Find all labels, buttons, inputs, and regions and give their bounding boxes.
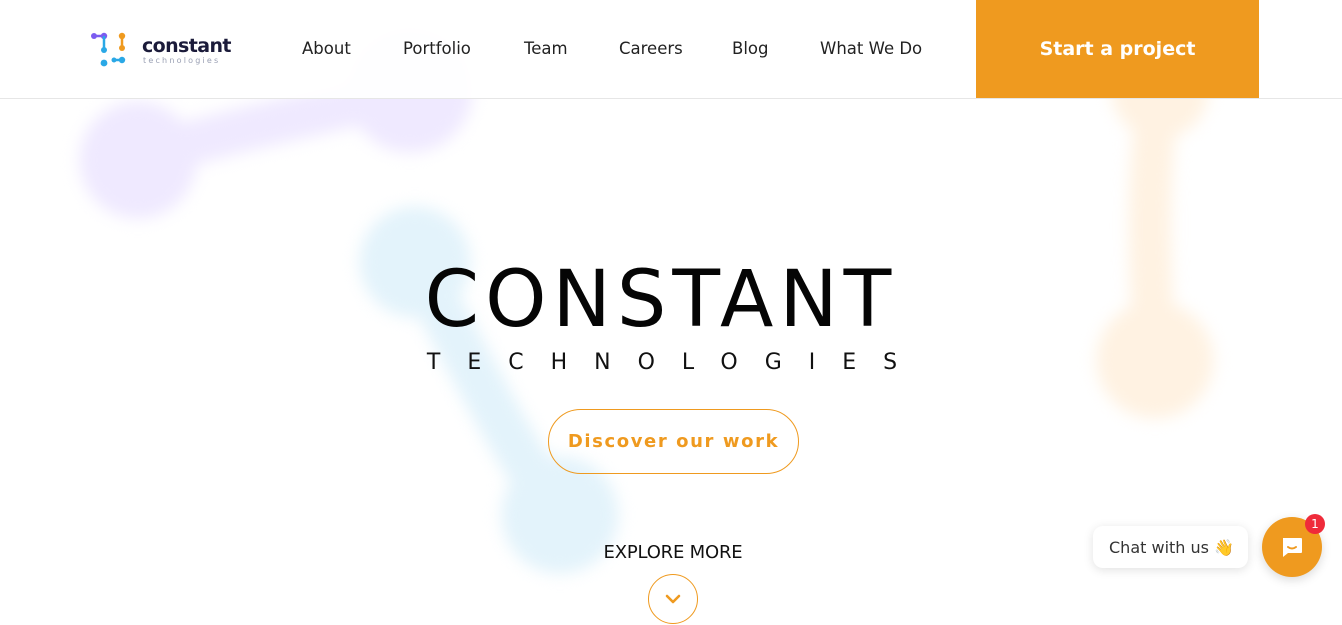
discover-work-button[interactable]: Discover our work: [548, 409, 799, 474]
nav-blog[interactable]: Blog: [732, 39, 768, 58]
logo-wordmark: constant: [142, 35, 231, 57]
chat-notification-badge: 1: [1305, 514, 1325, 534]
logo-subtitle: technologies: [143, 56, 221, 65]
site-header: constant technologies About Portfolio Te…: [0, 0, 1342, 99]
page: constant technologies About Portfolio Te…: [0, 0, 1342, 625]
start-project-button[interactable]: Start a project: [976, 0, 1259, 98]
hero-title: CONSTANT: [424, 255, 898, 345]
chat-icon: [1283, 538, 1302, 557]
nav-what-we-do[interactable]: What We Do: [820, 39, 922, 58]
nav-team[interactable]: Team: [524, 39, 568, 58]
chevron-down-icon: [665, 594, 681, 604]
waving-hand-icon: 👋: [1213, 537, 1234, 557]
logo-mark-icon: [91, 32, 126, 67]
nav-about[interactable]: About: [302, 39, 351, 58]
chat-prompt-label: Chat with us: [1109, 537, 1209, 557]
logo[interactable]: constant technologies: [90, 31, 240, 69]
hero-subtitle: TECHNOLOGIES: [426, 350, 925, 375]
nav-portfolio[interactable]: Portfolio: [403, 39, 471, 58]
nav-careers[interactable]: Careers: [619, 39, 683, 58]
explore-more-button[interactable]: [648, 574, 698, 624]
chat-prompt-bubble[interactable]: Chat with us 👋: [1093, 526, 1248, 568]
